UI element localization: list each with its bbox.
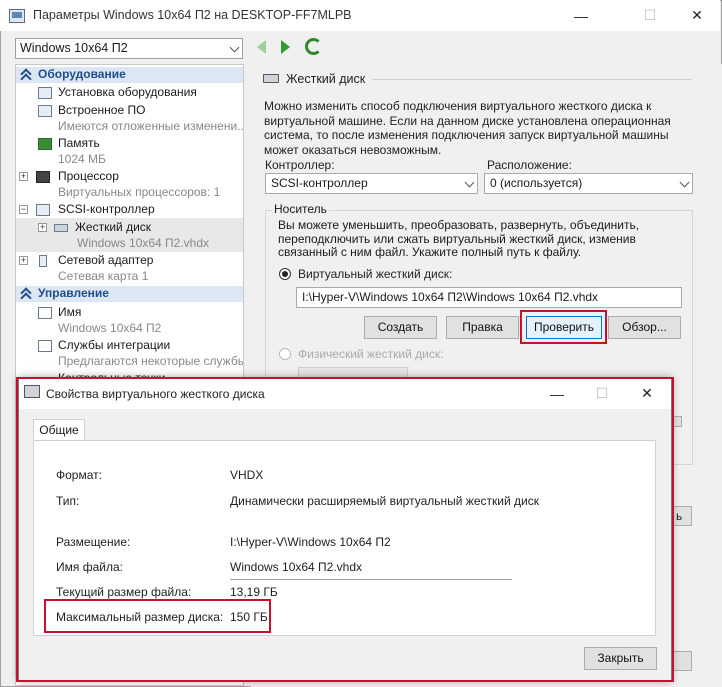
scsi-controller-icon (36, 204, 50, 216)
chevron-down-icon (229, 42, 240, 53)
close-button[interactable]: ✕ (674, 0, 720, 31)
tree-item-network-adapter[interactable]: + Сетевой адаптер (19, 253, 153, 269)
back-arrow-icon[interactable] (257, 40, 266, 54)
filename-value: Windows 10x64 П2.vhdx (230, 560, 363, 574)
section-title: Жесткий диск (286, 72, 366, 86)
type-value: Динамически расширяемый виртуальный жест… (230, 494, 539, 508)
expand-icon[interactable]: + (19, 256, 28, 265)
window-title: Параметры Windows 10x64 П2 на DESKTOP-FF… (33, 8, 352, 22)
dialog-title-bar[interactable]: Свойства виртуального жесткого диска — ☐… (19, 378, 671, 409)
general-tab-panel: Формат: VHDX Тип: Динамически расширяемы… (33, 440, 656, 636)
apply-button-fragment[interactable] (672, 651, 692, 671)
scrollbar-fragment (672, 416, 682, 427)
hardware-icon (38, 87, 52, 99)
tree-item-hard-disk-sub: Windows 10x64 П2.vhdx (77, 236, 210, 250)
properties-divider (230, 579, 512, 580)
media-group-label: Носитель (272, 202, 329, 216)
name-icon (38, 307, 52, 319)
title-bar[interactable]: Параметры Windows 10x64 П2 на DESKTOP-FF… (0, 0, 720, 31)
processor-icon (36, 171, 50, 183)
tree-item-integration-sub: Предлагаются некоторые службы (58, 354, 244, 368)
tree-header-management[interactable]: Управление (16, 286, 243, 304)
location-label: Расположение: (487, 158, 572, 172)
dialog-title: Свойства виртуального жесткого диска (46, 387, 265, 401)
tree-item-name[interactable]: Имя (38, 305, 81, 321)
tree-item-processor-sub: Виртуальных процессоров: 1 (58, 185, 221, 199)
chevron-down-icon (464, 177, 475, 188)
dialog-body: Общие Формат: VHDX Тип: Динамически расш… (19, 409, 671, 680)
minimize-button[interactable]: — (558, 0, 604, 31)
partial-button[interactable]: ь (672, 506, 692, 526)
network-adapter-icon (39, 255, 47, 267)
tree-item-scsi-controller[interactable]: − SCSI-контроллер (19, 202, 155, 218)
format-label: Формат: (56, 468, 102, 482)
hard-disk-icon (54, 224, 68, 232)
tab-general[interactable]: Общие (33, 419, 85, 441)
format-value: VHDX (230, 468, 264, 482)
max-size-value: 150 ГБ (230, 610, 268, 624)
dialog-close-button[interactable]: ✕ (624, 378, 670, 409)
tree-item-add-hardware[interactable]: Установка оборудования (38, 85, 197, 101)
tree-header-hardware[interactable]: Оборудование (16, 67, 243, 85)
edit-disk-button[interactable]: Правка (446, 316, 519, 339)
tree-item-firmware[interactable]: Встроенное ПО (38, 103, 145, 119)
dialog-maximize-button[interactable]: ☐ (579, 378, 625, 409)
expand-icon[interactable]: + (19, 172, 28, 181)
vm-selector-value: Windows 10x64 П2 (20, 41, 128, 55)
tree-item-integration-services[interactable]: Службы интеграции (38, 338, 170, 354)
location-value: I:\Hyper-V\Windows 10x64 П2 (230, 535, 391, 549)
tree-item-memory-sub: 1024 МБ (58, 152, 106, 166)
vm-selector[interactable]: Windows 10x64 П2 (15, 38, 243, 59)
hard-disk-icon (24, 385, 40, 398)
tree-item-firmware-sub: Имеются отложенные изменени... (58, 119, 244, 133)
tree-item-memory[interactable]: Память (38, 136, 100, 152)
forward-arrow-icon[interactable] (281, 40, 290, 54)
virtual-disk-path-input[interactable]: I:\Hyper-V\Windows 10x64 П2\Windows 10x6… (296, 287, 682, 308)
chevron-down-icon (679, 177, 690, 188)
location-select[interactable]: 0 (используется) (484, 173, 693, 194)
expand-icon[interactable]: + (38, 223, 47, 232)
hard-disk-icon (263, 74, 279, 83)
media-description: Вы можете уменьшить, преобразовать, разв… (278, 218, 640, 259)
tree-item-network-sub: Сетевая карта 1 (58, 269, 149, 283)
virtual-disk-label: Виртуальный жесткий диск: (298, 267, 453, 281)
location-label: Размещение: (56, 535, 131, 549)
controller-label: Контроллер: (265, 158, 335, 172)
max-size-label: Максимальный размер диска: (56, 610, 224, 624)
collapse-icon[interactable]: − (19, 205, 28, 214)
firmware-icon (38, 105, 52, 117)
new-disk-button[interactable]: Создать (364, 316, 437, 339)
section-divider (372, 79, 692, 80)
physical-disk-radio[interactable] (279, 348, 291, 360)
maximize-button[interactable]: ☐ (627, 0, 673, 31)
inspect-disk-button[interactable]: Проверить (526, 316, 602, 339)
integration-services-icon (38, 340, 52, 352)
memory-icon (38, 138, 52, 150)
close-dialog-button[interactable]: Закрыть (584, 647, 657, 670)
controller-select[interactable]: SCSI-контроллер (265, 173, 478, 194)
intro-text: Можно изменить способ подключения виртуа… (264, 99, 671, 157)
refresh-icon[interactable] (305, 38, 322, 55)
tree-item-name-sub: Windows 10x64 П2 (58, 321, 162, 335)
current-size-label: Текущий размер файла: (56, 585, 192, 599)
browse-button[interactable]: Обзор... (608, 316, 681, 339)
physical-disk-label: Физический жесткий диск: (298, 347, 444, 361)
tree-item-processor[interactable]: + Процессор (19, 169, 119, 185)
type-label: Тип: (56, 494, 80, 508)
settings-app-icon (9, 9, 25, 23)
tree-item-hard-disk[interactable]: + Жесткий диск (38, 220, 151, 236)
virtual-disk-radio[interactable] (279, 268, 291, 280)
disk-properties-dialog: Свойства виртуального жесткого диска — ☐… (18, 377, 672, 681)
dialog-minimize-button[interactable]: — (534, 378, 580, 409)
filename-label: Имя файла: (56, 560, 123, 574)
current-size-value: 13,19 ГБ (230, 585, 278, 599)
